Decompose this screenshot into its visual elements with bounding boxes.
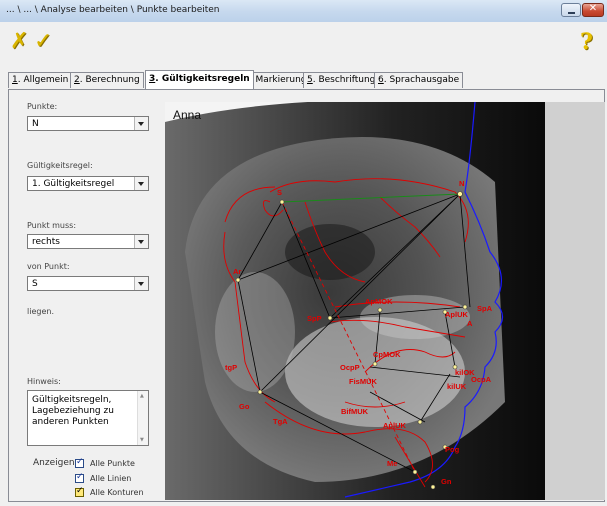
landmark-label[interactable]: A (467, 319, 473, 328)
tab-allgemein[interactable]: 1. Allgemein (8, 72, 73, 88)
landmark-label[interactable]: AplUK (383, 421, 406, 430)
liegen-text: liegen. (27, 307, 54, 316)
checkbox-label-konturen: Alle Konturen (90, 488, 144, 497)
punkt-muss-select[interactable]: rechts (27, 234, 149, 249)
chevron-down-icon[interactable] (134, 117, 148, 130)
tab-berechnung[interactable]: 2. Berechnung (70, 72, 144, 88)
window-title: ... \ ... \ Analyse bearbeiten \ Punkte … (6, 5, 220, 15)
hint-textbox[interactable]: Gültigkeitsregeln, Lagebeziehung zu ande… (27, 390, 149, 446)
landmark-label[interactable]: FisMUK (349, 377, 378, 386)
title-bar: ... \ ... \ Analyse bearbeiten \ Punkte … (0, 0, 607, 23)
landmark-label[interactable]: tgP (225, 363, 237, 372)
landmark-label[interactable]: SpA (477, 304, 493, 313)
checkbox-label-linien: Alle Linien (90, 474, 132, 483)
landmark-label[interactable]: Ar (233, 267, 241, 276)
punkt-muss-label: Punkt muss: (27, 221, 77, 230)
regel-label: Gültigkeitsregel: (27, 161, 93, 170)
tab-beschriftung[interactable]: 5. Beschriftung (303, 72, 380, 88)
checkbox-alle-konturen[interactable] (75, 486, 84, 497)
landmark-label[interactable]: OcpP (340, 363, 360, 372)
cephalogram-view[interactable]: S N Ar ApMOK SpA SpP AplUK A CpMOK OcpP … (165, 102, 605, 500)
landmark-label[interactable]: S (277, 188, 282, 197)
regel-value: 1. Gültigkeitsregel (32, 179, 115, 189)
von-punkt-value: S (32, 279, 38, 289)
checkbox-alle-punkte[interactable] (75, 457, 84, 468)
chevron-down-icon[interactable] (134, 277, 148, 290)
punkte-value: N (32, 119, 39, 129)
punkt-muss-value: rechts (32, 237, 60, 247)
display-label: Anzeigen (33, 458, 75, 468)
patient-name: Anna (173, 108, 202, 122)
hint-label: Hinweis: (27, 377, 61, 386)
chevron-down-icon[interactable] (134, 177, 148, 190)
landmark-label[interactable]: Me (387, 459, 397, 468)
landmark-label[interactable]: kilUK (447, 382, 467, 391)
landmark-label[interactable]: TgA (273, 417, 288, 426)
chevron-down-icon[interactable] (134, 235, 148, 248)
landmark-label[interactable]: Pog (445, 445, 460, 454)
checkbox-label-punkte: Alle Punkte (90, 459, 135, 468)
minimize-button[interactable] (561, 3, 581, 17)
help-question-icon[interactable]: ? (580, 30, 593, 54)
landmark-label[interactable]: N (459, 179, 464, 188)
landmark-label[interactable]: OcpA (471, 375, 492, 384)
checkmark-icon[interactable]: ✓ (34, 30, 52, 54)
landmark-label[interactable]: Gn (441, 477, 452, 486)
landmark-label[interactable]: Go (239, 402, 250, 411)
hint-scrollbar[interactable] (137, 391, 148, 445)
cancel-x-icon[interactable]: ✗ (10, 30, 28, 54)
toolbar: ✗ ✓ ? (0, 22, 607, 64)
tab-gueltigkeitsregeln[interactable]: 3. Gültigkeitsregeln (145, 70, 254, 89)
xray-canvas[interactable]: S N Ar ApMOK SpA SpP AplUK A CpMOK OcpP … (165, 102, 605, 500)
von-punkt-label: von Punkt: (27, 262, 70, 271)
landmark-label[interactable]: CpMOK (373, 350, 401, 359)
regel-select[interactable]: 1. Gültigkeitsregel (27, 176, 149, 191)
von-punkt-select[interactable]: S (27, 276, 149, 291)
hint-text: Gültigkeitsregeln, Lagebeziehung zu ande… (32, 395, 114, 427)
landmark-label[interactable]: AplUK (445, 310, 468, 319)
punkte-select[interactable]: N (27, 116, 149, 131)
landmark-label[interactable]: BifMUK (341, 407, 369, 416)
tab-sprachausgabe[interactable]: 6. Sprachausgabe (374, 72, 464, 88)
close-icon: ✕ (588, 3, 598, 14)
landmark-label[interactable]: ApMOK (365, 297, 393, 306)
punkte-label: Punkte: (27, 102, 58, 111)
close-button[interactable]: ✕ (582, 3, 604, 17)
checkbox-alle-linien[interactable] (75, 472, 84, 483)
landmark-label[interactable]: SpP (307, 314, 322, 323)
